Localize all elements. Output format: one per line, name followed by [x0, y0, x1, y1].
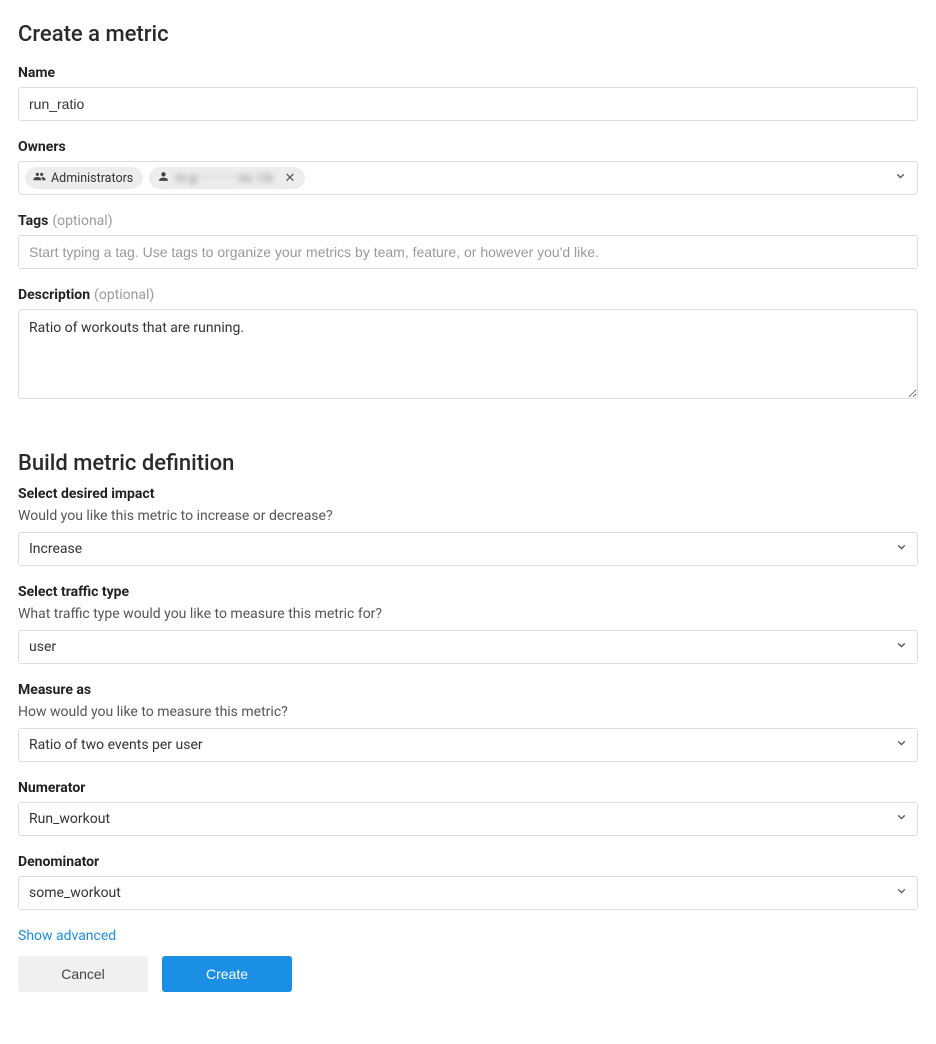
description-optional: (optional)	[94, 287, 154, 303]
create-button[interactable]: Create	[162, 956, 292, 992]
denominator-label: Denominator	[18, 854, 918, 870]
impact-select[interactable]: Increase	[18, 532, 918, 566]
description-label-text: Description	[18, 287, 90, 303]
owner-chip[interactable]: m·g·············nc··l·b· ✕	[149, 167, 305, 189]
owner-chip[interactable]: Administrators	[25, 167, 143, 189]
owner-chip-label: m·g·············nc··l·b·	[175, 171, 275, 186]
traffic-select[interactable]: user	[18, 630, 918, 664]
traffic-select-value: user	[29, 639, 56, 655]
section-create-title: Create a metric	[18, 22, 918, 47]
measure-label: Measure as	[18, 682, 918, 698]
tags-label: Tags(optional)	[18, 213, 918, 229]
measure-select-value: Ratio of two events per user	[29, 737, 203, 753]
remove-owner-icon[interactable]: ✕	[285, 172, 296, 185]
impact-select-value: Increase	[29, 541, 82, 557]
measure-sublabel: How would you like to measure this metri…	[18, 704, 918, 720]
denominator-select-value: some_workout	[29, 885, 121, 901]
impact-sublabel: Would you like this metric to increase o…	[18, 508, 918, 524]
numerator-select[interactable]: Run_workout	[18, 802, 918, 836]
numerator-select-value: Run_workout	[29, 811, 110, 827]
tags-label-text: Tags	[18, 213, 48, 229]
traffic-label: Select traffic type	[18, 584, 918, 600]
impact-label: Select desired impact	[18, 486, 918, 502]
name-label: Name	[18, 65, 918, 81]
tags-optional: (optional)	[52, 213, 112, 229]
cancel-button[interactable]: Cancel	[18, 956, 148, 992]
owners-label: Owners	[18, 139, 918, 155]
person-icon	[157, 170, 170, 186]
traffic-sublabel: What traffic type would you like to meas…	[18, 606, 918, 622]
group-icon	[33, 170, 46, 186]
section-build-title: Build metric definition	[18, 451, 918, 476]
owners-select[interactable]: Administrators m·g·············nc··l·b· …	[18, 161, 918, 195]
denominator-select[interactable]: some_workout	[18, 876, 918, 910]
measure-select[interactable]: Ratio of two events per user	[18, 728, 918, 762]
owner-chip-label: Administrators	[51, 171, 133, 186]
description-label: Description(optional)	[18, 287, 918, 303]
description-textarea[interactable]: Ratio of workouts that are running.	[18, 309, 918, 399]
show-advanced-link[interactable]: Show advanced	[18, 928, 116, 944]
numerator-label: Numerator	[18, 780, 918, 796]
name-input[interactable]	[18, 87, 918, 121]
chevron-down-icon	[894, 170, 907, 187]
tags-input[interactable]	[18, 235, 918, 269]
